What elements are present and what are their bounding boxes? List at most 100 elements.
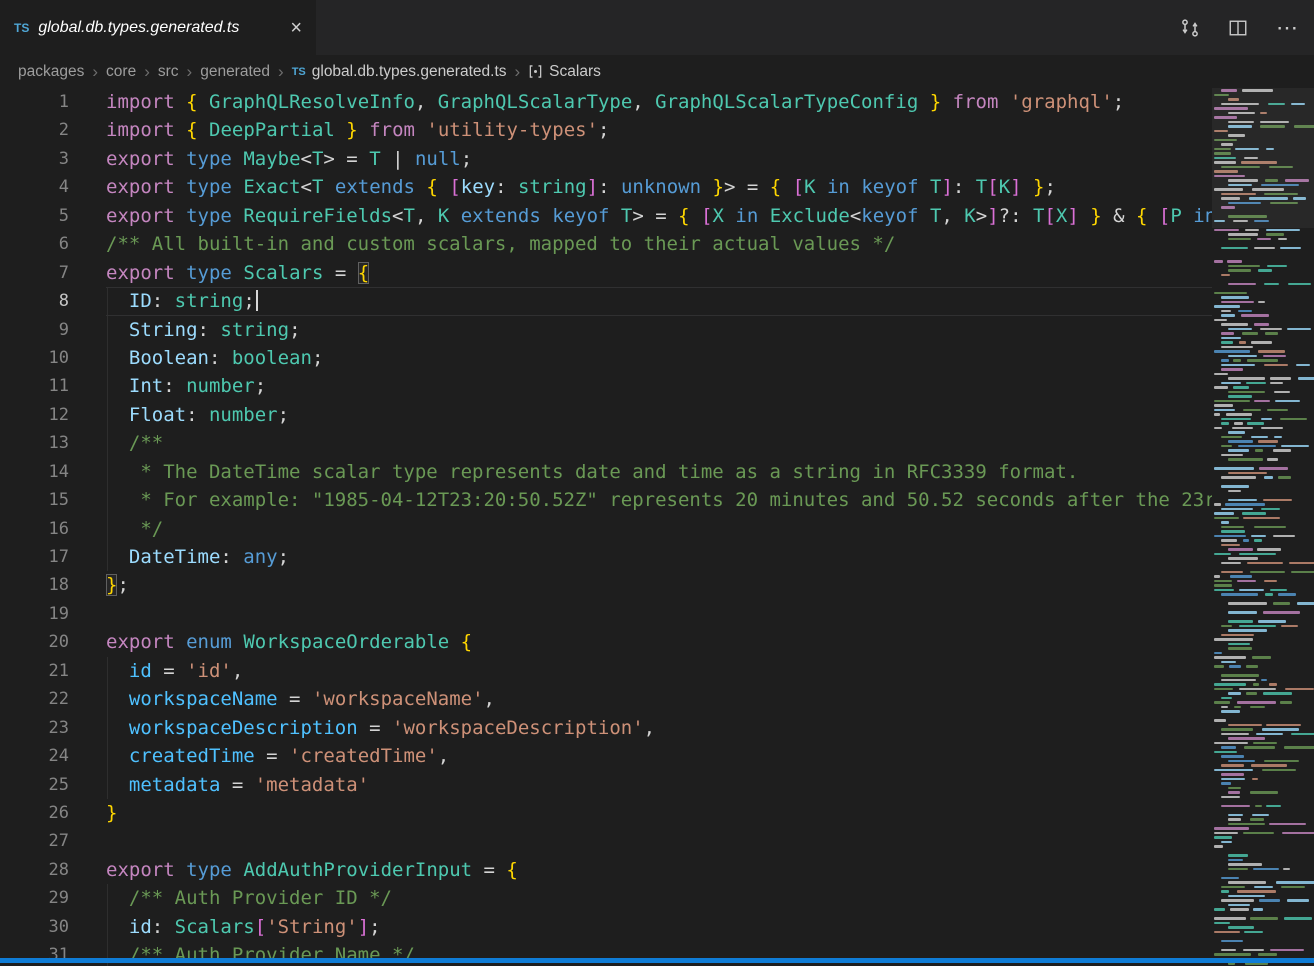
code-line[interactable]: 19 bbox=[0, 600, 1212, 628]
minimap-token bbox=[1257, 548, 1281, 551]
breadcrumb-item-core[interactable]: core bbox=[106, 63, 136, 81]
line-number[interactable]: 30 bbox=[0, 913, 106, 941]
chevron-right-icon: › bbox=[187, 63, 193, 80]
breadcrumb-item-src[interactable]: src bbox=[158, 63, 179, 81]
code-line[interactable]: 8 ID: string; bbox=[0, 287, 1212, 315]
breadcrumb-item-packages[interactable]: packages bbox=[18, 63, 84, 81]
code-token: = bbox=[472, 859, 506, 881]
code-line[interactable]: 23 workspaceDescription = 'workspaceDesc… bbox=[0, 714, 1212, 742]
line-number[interactable]: 19 bbox=[0, 600, 106, 628]
breadcrumb-item-file[interactable]: TS global.db.types.generated.ts bbox=[292, 63, 507, 81]
line-number[interactable]: 12 bbox=[0, 401, 106, 429]
code-line[interactable]: 21 id = 'id', bbox=[0, 657, 1212, 685]
minimap-slider[interactable] bbox=[1212, 88, 1314, 228]
code-line[interactable]: 20export enum WorkspaceOrderable { bbox=[0, 628, 1212, 656]
code-line[interactable]: 10 Boolean: boolean; bbox=[0, 344, 1212, 372]
line-number[interactable]: 28 bbox=[0, 856, 106, 884]
code-editor[interactable]: 1import { GraphQLResolveInfo, GraphQLSca… bbox=[0, 88, 1314, 966]
code-line[interactable]: 29 /** Auth Provider ID */ bbox=[0, 884, 1212, 912]
line-number[interactable]: 4 bbox=[0, 173, 106, 201]
code-line[interactable]: 30 id: Scalars['String']; bbox=[0, 913, 1212, 941]
code-text: Boolean: boolean; bbox=[106, 344, 1212, 372]
line-number[interactable]: 29 bbox=[0, 884, 106, 912]
breadcrumb-item-symbol[interactable]: Scalars bbox=[528, 63, 601, 81]
code-token bbox=[758, 205, 769, 227]
line-number[interactable]: 21 bbox=[0, 657, 106, 685]
code-line[interactable]: 6/** All built-in and custom scalars, ma… bbox=[0, 230, 1212, 258]
minimap-token bbox=[1221, 674, 1259, 677]
tab-global-db-types-generated[interactable]: TS global.db.types.generated.ts × bbox=[0, 0, 316, 55]
minimap-token bbox=[1242, 332, 1258, 335]
breadcrumb-item-generated[interactable]: generated bbox=[200, 63, 270, 81]
minimap-token bbox=[1243, 539, 1249, 542]
open-changes-button[interactable] bbox=[1180, 18, 1200, 38]
more-actions-button[interactable]: ⋯ bbox=[1276, 17, 1298, 39]
code-token: [ bbox=[987, 176, 998, 198]
line-number[interactable]: 11 bbox=[0, 372, 106, 400]
code-token: type bbox=[186, 148, 232, 170]
line-number[interactable]: 13 bbox=[0, 429, 106, 457]
code-line[interactable]: 11 Int: number; bbox=[0, 372, 1212, 400]
minimap-token bbox=[1221, 454, 1243, 457]
line-number[interactable]: 25 bbox=[0, 771, 106, 799]
line-number[interactable]: 10 bbox=[0, 344, 106, 372]
code-line[interactable]: 12 Float: number; bbox=[0, 401, 1212, 429]
line-number[interactable]: 27 bbox=[0, 827, 106, 855]
line-number[interactable]: 17 bbox=[0, 543, 106, 571]
code-line[interactable]: 15 * For example: "1985-04-12T23:20:50.5… bbox=[0, 486, 1212, 514]
minimap-token bbox=[1228, 926, 1254, 929]
line-number[interactable]: 22 bbox=[0, 685, 106, 713]
code-line[interactable]: 3export type Maybe<T> = T | null; bbox=[0, 145, 1212, 173]
minimap-token bbox=[1228, 395, 1252, 398]
breadcrumb-file-label: global.db.types.generated.ts bbox=[312, 63, 507, 81]
minimap-token bbox=[1221, 706, 1228, 709]
line-number[interactable]: 7 bbox=[0, 259, 106, 287]
code-line[interactable]: 2import { DeepPartial } from 'utility-ty… bbox=[0, 116, 1212, 144]
code-line[interactable]: 13 /** bbox=[0, 429, 1212, 457]
line-number[interactable]: 20 bbox=[0, 628, 106, 656]
minimap[interactable] bbox=[1212, 88, 1314, 966]
code-line[interactable]: 9 String: string; bbox=[0, 316, 1212, 344]
line-number[interactable]: 6 bbox=[0, 230, 106, 258]
split-editor-button[interactable] bbox=[1228, 18, 1248, 38]
code-line[interactable]: 28export type AddAuthProviderInput = { bbox=[0, 856, 1212, 884]
line-number[interactable]: 16 bbox=[0, 515, 106, 543]
code-line[interactable]: 25 metadata = 'metadata' bbox=[0, 771, 1212, 799]
code-text bbox=[106, 600, 1212, 628]
chevron-right-icon: › bbox=[92, 63, 98, 80]
symbol-type-icon bbox=[528, 64, 543, 79]
code-line[interactable]: 18}; bbox=[0, 571, 1212, 599]
line-number[interactable]: 2 bbox=[0, 116, 106, 144]
line-number[interactable]: 8 bbox=[0, 287, 106, 315]
line-number[interactable]: 5 bbox=[0, 202, 106, 230]
code-line[interactable]: 22 workspaceName = 'workspaceName', bbox=[0, 685, 1212, 713]
code-token bbox=[415, 119, 426, 141]
code-line[interactable]: 14 * The DateTime scalar type represents… bbox=[0, 458, 1212, 486]
line-number[interactable]: 23 bbox=[0, 714, 106, 742]
code-line[interactable]: 5export type RequireFields<T, K extends … bbox=[0, 202, 1212, 230]
line-number[interactable]: 18 bbox=[0, 571, 106, 599]
code-token: unknown bbox=[621, 176, 701, 198]
code-text: import { DeepPartial } from 'utility-typ… bbox=[106, 116, 1212, 144]
line-number[interactable]: 24 bbox=[0, 742, 106, 770]
code-line[interactable]: 26} bbox=[0, 799, 1212, 827]
line-number[interactable]: 1 bbox=[0, 88, 106, 116]
close-tab-button[interactable]: × bbox=[290, 18, 302, 38]
line-number[interactable]: 26 bbox=[0, 799, 106, 827]
code-line[interactable]: 16 */ bbox=[0, 515, 1212, 543]
minimap-token bbox=[1221, 544, 1240, 547]
code-line[interactable]: 4export type Exact<T extends { [key: str… bbox=[0, 173, 1212, 201]
code-line[interactable]: 27 bbox=[0, 827, 1212, 855]
code-line[interactable]: 17 DateTime: any; bbox=[0, 543, 1212, 571]
line-number[interactable]: 14 bbox=[0, 458, 106, 486]
code-line[interactable]: 1import { GraphQLResolveInfo, GraphQLSca… bbox=[0, 88, 1212, 116]
code-token: extends bbox=[461, 205, 541, 227]
line-number[interactable]: 9 bbox=[0, 316, 106, 344]
code-line[interactable]: 24 createdTime = 'createdTime', bbox=[0, 742, 1212, 770]
line-number[interactable]: 3 bbox=[0, 145, 106, 173]
code-line[interactable]: 7export type Scalars = { bbox=[0, 259, 1212, 287]
line-number[interactable]: 15 bbox=[0, 486, 106, 514]
minimap-token bbox=[1221, 508, 1253, 511]
minimap-token bbox=[1228, 472, 1267, 475]
code-token: from bbox=[953, 91, 999, 113]
